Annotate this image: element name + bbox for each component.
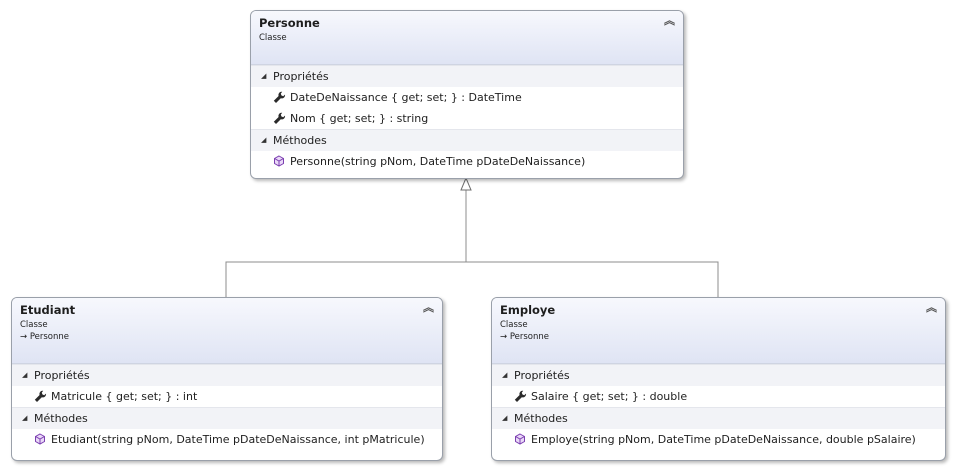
class-stereotype: Classe — [259, 33, 287, 43]
section-properties[interactable]: ◢ Propriétés — [251, 65, 683, 87]
triangle-expanded-icon[interactable]: ◢ — [502, 408, 514, 429]
double-chevron-up-icon[interactable]: ︽ — [423, 302, 434, 314]
property-row[interactable]: Nom { get; set; } : string — [251, 108, 683, 129]
class-box-etudiant[interactable]: Etudiant Classe → Personne ︽ ◢ Propriétés… — [11, 297, 443, 461]
class-name: Etudiant — [20, 303, 76, 317]
wrench-icon — [273, 87, 290, 108]
section-label: Méthodes — [514, 412, 568, 425]
wrench-icon — [514, 386, 531, 407]
property-text: Nom { get; set; } : string — [290, 112, 429, 125]
property-text: DateDeNaissance { get; set; } : DateTime — [290, 91, 522, 104]
section-label: Méthodes — [273, 134, 327, 147]
method-text: Etudiant(string pNom, DateTime pDateDeNa… — [51, 433, 425, 446]
method-text: Employe(string pNom, DateTime pDateDeNai… — [531, 433, 916, 446]
property-row[interactable]: DateDeNaissance { get; set; } : DateTime — [251, 87, 683, 108]
method-text: Personne(string pNom, DateTime pDateDeNa… — [290, 155, 586, 168]
class-header-personne[interactable]: Personne Classe ︽ — [251, 11, 683, 65]
section-properties[interactable]: ◢ Propriétés — [492, 364, 945, 386]
triangle-expanded-icon[interactable]: ◢ — [22, 365, 34, 386]
method-cube-icon — [514, 429, 531, 450]
wrench-icon — [273, 108, 290, 129]
method-row[interactable]: Employe(string pNom, DateTime pDateDeNai… — [492, 429, 945, 450]
inheritance-arrow-icon — [460, 176, 472, 191]
section-label: Propriétés — [514, 369, 570, 382]
wrench-icon — [34, 386, 51, 407]
section-label: Méthodes — [34, 412, 88, 425]
method-cube-icon — [273, 151, 290, 172]
class-name: Employe — [500, 303, 556, 317]
class-stereotype: Classe — [500, 320, 528, 330]
property-text: Matricule { get; set; } : int — [51, 390, 198, 403]
section-label: Propriétés — [34, 369, 90, 382]
class-stereotype: Classe — [20, 320, 48, 330]
class-name: Personne — [259, 16, 320, 30]
method-cube-icon — [34, 429, 51, 450]
section-methods[interactable]: ◢ Méthodes — [492, 407, 945, 429]
property-row[interactable]: Salaire { get; set; } : double — [492, 386, 945, 407]
triangle-expanded-icon[interactable]: ◢ — [261, 66, 273, 87]
base-class-link[interactable]: → Personne — [500, 331, 937, 343]
method-row[interactable]: Personne(string pNom, DateTime pDateDeNa… — [251, 151, 683, 172]
double-chevron-up-icon[interactable]: ︽ — [664, 15, 675, 27]
property-row[interactable]: Matricule { get; set; } : int — [12, 386, 442, 407]
class-box-personne[interactable]: Personne Classe ︽ ◢ Propriétés DateDeNais… — [250, 10, 684, 179]
connector-etudiant-personne — [225, 190, 467, 297]
class-box-employe[interactable]: Employe Classe → Personne ︽ ◢ Propriétés … — [491, 297, 946, 461]
triangle-expanded-icon[interactable]: ◢ — [502, 365, 514, 386]
section-methods[interactable]: ◢ Méthodes — [251, 129, 683, 151]
class-header-employe[interactable]: Employe Classe → Personne ︽ — [492, 298, 945, 364]
section-methods[interactable]: ◢ Méthodes — [12, 407, 442, 429]
base-class-link[interactable]: → Personne — [20, 331, 434, 343]
class-header-etudiant[interactable]: Etudiant Classe → Personne ︽ — [12, 298, 442, 364]
connector-employe-personne — [466, 261, 719, 297]
section-label: Propriétés — [273, 70, 329, 83]
section-properties[interactable]: ◢ Propriétés — [12, 364, 442, 386]
property-text: Salaire { get; set; } : double — [531, 390, 688, 403]
method-row[interactable]: Etudiant(string pNom, DateTime pDateDeNa… — [12, 429, 442, 450]
double-chevron-up-icon[interactable]: ︽ — [926, 302, 937, 314]
triangle-expanded-icon[interactable]: ◢ — [22, 408, 34, 429]
triangle-expanded-icon[interactable]: ◢ — [261, 130, 273, 151]
